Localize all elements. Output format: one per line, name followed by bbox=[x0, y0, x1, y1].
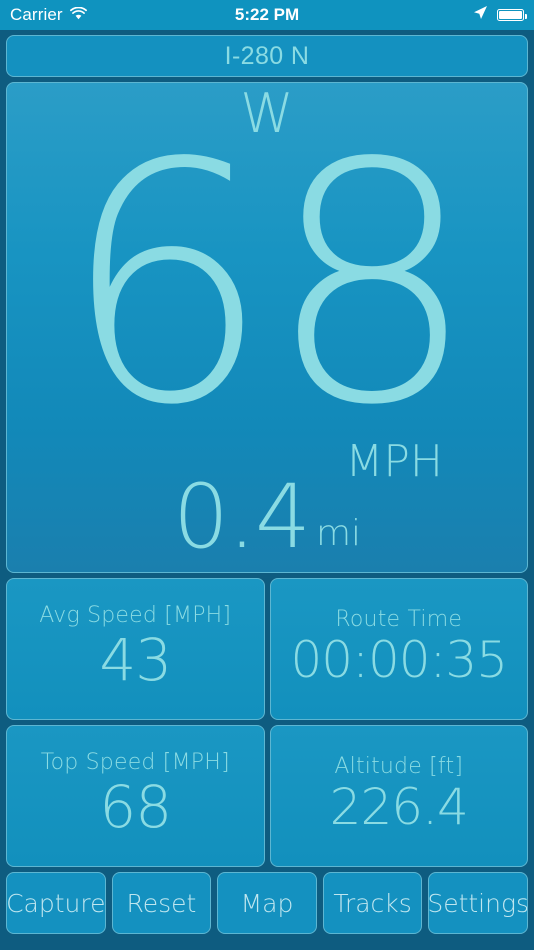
speed-gauge-panel[interactable]: W 68 MPH 0.4 mi bbox=[6, 82, 528, 573]
stat-label-altitude: Altitude [ft] bbox=[334, 754, 464, 780]
stat-label-avg-speed: Avg Speed [MPH] bbox=[39, 603, 232, 629]
map-button[interactable]: Map bbox=[217, 872, 317, 934]
reset-button[interactable]: Reset bbox=[111, 872, 212, 934]
stat-value-altitude: 226.4 bbox=[329, 778, 469, 837]
distance-value: 0.4 bbox=[172, 465, 311, 569]
status-bar-right bbox=[473, 5, 527, 25]
capture-button[interactable]: Capture bbox=[6, 872, 106, 934]
wifi-icon bbox=[69, 5, 87, 25]
status-bar: Carrier 5:22 PM bbox=[0, 0, 534, 30]
distance-readout: 0.4 mi bbox=[7, 465, 527, 569]
stat-label-route-time: Route Time bbox=[335, 607, 463, 633]
stat-card-altitude[interactable]: Altitude [ft] 226.4 bbox=[269, 725, 528, 867]
carrier-label: Carrier bbox=[10, 5, 63, 24]
location-arrow-icon bbox=[473, 5, 488, 25]
settings-button[interactable]: Settings bbox=[428, 872, 528, 934]
stats-row-bottom: Top Speed [MPH] 68 Altitude [ft] 226.4 bbox=[6, 725, 528, 867]
speedometer-app: Carrier 5:22 PM I-280 N W 68 MPH 0.4 mi … bbox=[0, 0, 534, 950]
stat-value-avg-speed: 43 bbox=[99, 626, 172, 695]
street-name-bar[interactable]: I-280 N bbox=[6, 35, 528, 77]
current-speed-value: 68 bbox=[61, 93, 477, 477]
battery-full-icon bbox=[497, 9, 527, 21]
distance-unit-label: mi bbox=[315, 513, 362, 554]
tracks-button[interactable]: Tracks bbox=[322, 872, 423, 934]
bottom-toolbar: Capture Reset Map Tracks Settings bbox=[6, 872, 528, 944]
stat-card-avg-speed[interactable]: Avg Speed [MPH] 43 bbox=[6, 578, 265, 720]
stat-label-top-speed: Top Speed [MPH] bbox=[40, 750, 230, 776]
stat-card-route-time[interactable]: Route Time 00:00:35 bbox=[269, 578, 528, 720]
stat-value-top-speed: 68 bbox=[99, 773, 172, 842]
stat-card-top-speed[interactable]: Top Speed [MPH] 68 bbox=[6, 725, 265, 867]
stat-value-route-time: 00:00:35 bbox=[290, 631, 508, 690]
street-name-label: I-280 N bbox=[224, 41, 310, 70]
stats-row-top: Avg Speed [MPH] 43 Route Time 00:00:35 bbox=[6, 578, 528, 720]
status-bar-left: Carrier bbox=[10, 5, 87, 25]
app-content: I-280 N W 68 MPH 0.4 mi Avg Speed [MPH] … bbox=[0, 30, 534, 950]
